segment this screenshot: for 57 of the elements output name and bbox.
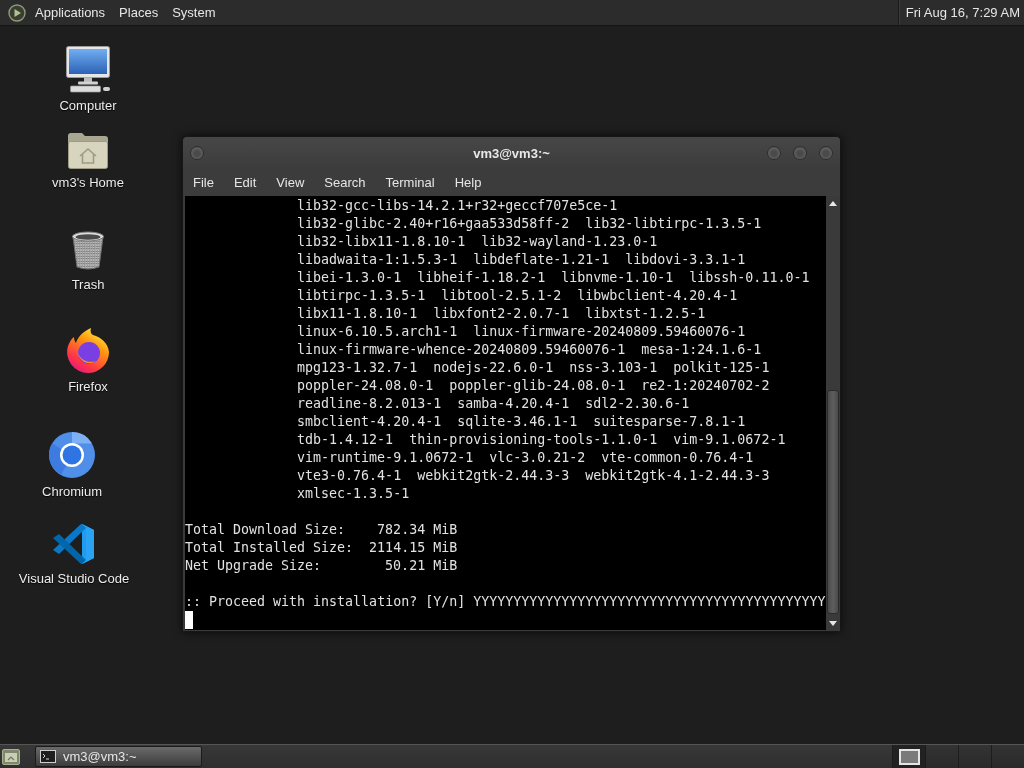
terminal-output-line: lib32-gcc-libs-14.2.1+r32+geccf707e5ce-1 <box>297 197 618 215</box>
summary-label: Net Upgrade Size: <box>185 557 322 575</box>
window-title: vm3@vm3:~ <box>473 145 550 161</box>
home-folder-icon[interactable] <box>66 130 110 170</box>
terminal-output-line: libadwaita-1:1.5.3-1 libdeflate-1.21-1 libdovi-3.3.1-1 <box>297 251 746 269</box>
terminal-output-line: vte3-0.76.4-1 webkit2gtk-2.44.3-3 webkit2gtk-4.1-2.44.3-3 <box>297 467 770 485</box>
menu-item[interactable]: Terminal <box>375 171 445 194</box>
clock[interactable]: Fri Aug 16, 7:29 AM <box>905 5 1020 20</box>
workspace-button[interactable] <box>892 745 925 768</box>
scrollbar-track[interactable] <box>826 196 840 630</box>
desktop-icon-label[interactable]: Chromium <box>42 484 102 499</box>
summary-label: Total Installed Size: <box>185 539 354 557</box>
panel-menu[interactable]: Places <box>112 1 166 24</box>
prompt-text: :: Proceed with installation? [Y/n] <box>185 593 466 611</box>
menu-item[interactable]: Edit <box>223 171 267 194</box>
trash-bin-icon[interactable] <box>70 230 106 272</box>
summary-value: 50.21 MiB <box>385 557 458 575</box>
scrollbar-thumb[interactable] <box>827 390 839 614</box>
terminal-output-line: tdb-1.4.12-1 thin-provisioning-tools-1.1.0-1 vim-9.1.0672-1 <box>297 431 786 449</box>
terminal-output-line: libtirpc-1.3.5-1 libtool-2.5.1-2 libwbclient-4.20.4-1 <box>297 287 738 305</box>
terminal-output-line: lib32-glibc-2.40+r16+gaa533d58ff-2 lib32-libtirpc-1.3.5-1 <box>297 215 762 233</box>
panel-menu[interactable]: System <box>165 1 223 24</box>
typed-text: YYYYYYYYYYYYYYYYYYYYYYYYYYYYYYYYYYYYYYYYYYYY <box>473 593 826 611</box>
summary-label: Total Download Size: <box>185 521 346 539</box>
summary-value: 782.34 MiB <box>377 521 458 539</box>
terminal-output-line: poppler-24.08.0-1 poppler-glib-24.08.0-1 re2-1:20240702-2 <box>297 377 770 395</box>
terminal-output-line: lib32-libx11-1.8.10-1 lib32-wayland-1.23.0-1 <box>297 233 658 251</box>
terminal-output-line: linux-6.10.5.arch1-1 linux-firmware-20240809.59460076-1 <box>297 323 746 341</box>
chromium-icon[interactable] <box>48 431 96 479</box>
menu-item[interactable]: Search <box>314 171 376 194</box>
computer-icon[interactable] <box>64 45 112 93</box>
terminal-icon <box>40 750 56 763</box>
up-arrow-icon <box>829 200 837 206</box>
terminal-output-line: vim-runtime-9.1.0672-1 vlc-3.0.21-2 vte-common-0.76.4-1 <box>297 449 754 467</box>
menu-item[interactable]: Help <box>444 171 492 194</box>
desktop-icon-label[interactable]: Firefox <box>68 379 108 394</box>
firefox-icon[interactable] <box>65 326 111 374</box>
down-arrow-icon <box>829 620 837 626</box>
summary-value: 2114.15 MiB <box>369 539 458 557</box>
visual-studio-code-icon[interactable] <box>52 522 96 566</box>
panel-menu[interactable]: Applications <box>28 1 113 24</box>
terminal-output-line: libei-1.3.0-1 libheif-1.18.2-1 libnvme-1.10-1 libssh-0.11.0-1 <box>297 269 810 287</box>
menu-item[interactable]: View <box>266 171 315 194</box>
terminal-output-line: smbclient-4.20.4-1 sqlite-3.46.1-1 suitesparse-7.8.1-1 <box>297 413 746 431</box>
desktop-icon-label[interactable]: Computer <box>59 98 117 113</box>
terminal-output-line: libx11-1.8.10-1 libxfont2-2.0.7-1 libxtst-1.2.5-1 <box>297 305 706 323</box>
taskbar-button[interactable]: vm3@vm3:~ <box>35 746 202 767</box>
desktop-icon-label[interactable]: vm3's Home <box>52 175 124 190</box>
terminal-output-line: readline-8.2.013-1 samba-4.20.4-1 sdl2-2.30.6-1 <box>297 395 690 413</box>
menu-item[interactable]: File <box>183 171 224 194</box>
terminal-output-line: xmlsec-1.3.5-1 <box>297 485 410 503</box>
desktop-icon-label[interactable]: Visual Studio Code <box>18 571 130 586</box>
desktop-icon-label[interactable]: Trash <box>71 277 105 292</box>
terminal-output-line: linux-firmware-whence-20240809.59460076-1 mesa-1:24.1.6-1 <box>297 341 762 359</box>
play-circle-icon[interactable] <box>8 3 26 22</box>
terminal-output-line: mpg123-1.32.7-1 nodejs-22.6.0-1 nss-3.103-1 polkit-125-1 <box>297 359 770 377</box>
desktop-icon[interactable] <box>2 748 20 765</box>
